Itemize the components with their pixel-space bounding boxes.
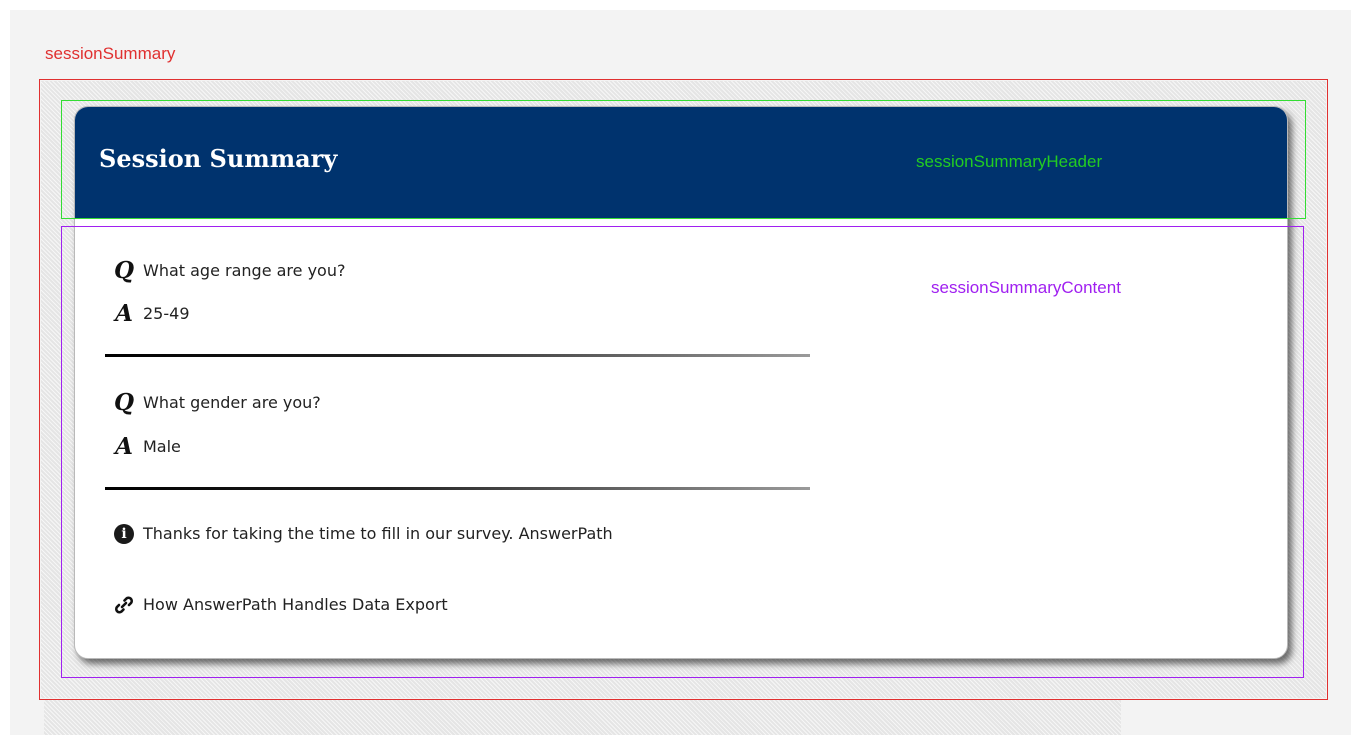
question-text: What gender are you?	[143, 392, 321, 412]
header-debug-label: sessionSummaryHeader	[916, 152, 1103, 171]
question-marker-icon: Q	[113, 389, 135, 416]
content-debug-label: sessionSummaryContent	[931, 278, 1121, 297]
answer-row: A Male	[113, 435, 181, 458]
qa-separator	[105, 487, 810, 490]
question-text: What age range are you?	[143, 260, 346, 280]
qa-separator	[105, 354, 810, 357]
answer-text: 25-49	[143, 303, 190, 323]
answer-text: Male	[143, 436, 181, 456]
link-icon	[113, 594, 135, 616]
textured-strip	[44, 700, 1121, 735]
session-summary-card: Session Summary Q What age range are you…	[74, 106, 1288, 659]
answer-marker-icon: A	[115, 300, 133, 327]
info-message-row: i Thanks for taking the time to fill in …	[113, 524, 613, 544]
question-marker-icon: Q	[113, 257, 135, 284]
data-export-link[interactable]: How AnswerPath Handles Data Export	[113, 594, 448, 616]
info-icon: i	[114, 524, 134, 544]
question-row: Q What age range are you?	[113, 257, 346, 284]
data-export-link-text[interactable]: How AnswerPath Handles Data Export	[143, 597, 448, 613]
session-summary-debug-label: sessionSummary	[45, 44, 176, 63]
session-summary-title: Session Summary	[99, 144, 338, 173]
answer-marker-icon: A	[115, 433, 133, 460]
answer-row: A 25-49	[113, 300, 190, 327]
info-message-text: Thanks for taking the time to fill in ou…	[143, 524, 613, 543]
question-row: Q What gender are you?	[113, 391, 321, 414]
session-summary-header: Session Summary	[75, 107, 1287, 219]
